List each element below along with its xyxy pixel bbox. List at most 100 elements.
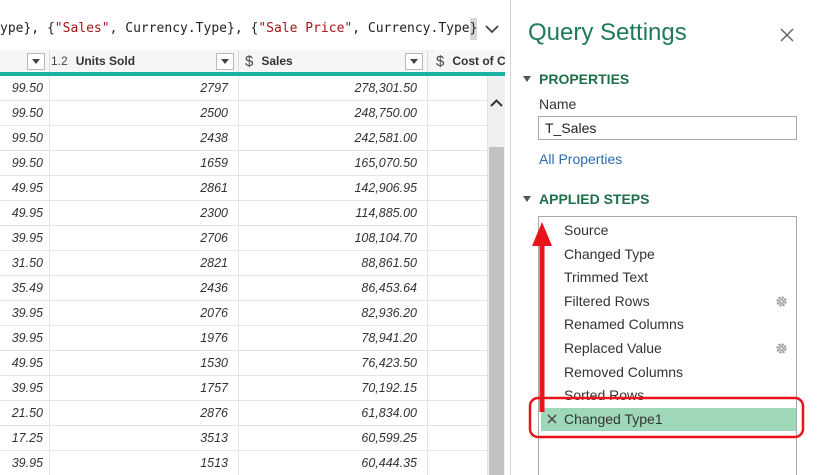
- table-cell[interactable]: 99.50: [0, 126, 50, 151]
- table-cell[interactable]: 35.49: [0, 276, 50, 301]
- decimal-type-icon[interactable]: 1.2: [51, 54, 68, 68]
- table-cell[interactable]: 2076: [50, 301, 239, 326]
- table-row[interactable]: 49.95 2300 114,885.00: [0, 201, 488, 226]
- table-cell[interactable]: 108,104.70: [239, 226, 428, 251]
- close-icon[interactable]: [778, 26, 796, 44]
- table-cell[interactable]: [428, 451, 488, 475]
- table-cell[interactable]: 2706: [50, 226, 239, 251]
- table-row[interactable]: 49.95 2861 142,906.95: [0, 176, 488, 201]
- table-cell[interactable]: 39.95: [0, 376, 50, 401]
- table-cell[interactable]: 142,906.95: [239, 176, 428, 201]
- table-cell[interactable]: 2436: [50, 276, 239, 301]
- scroll-up-button[interactable]: [488, 94, 505, 111]
- table-row[interactable]: 49.95 1530 76,423.50: [0, 351, 488, 376]
- table-cell[interactable]: [428, 351, 488, 376]
- table-cell[interactable]: [428, 301, 488, 326]
- table-cell[interactable]: 99.50: [0, 76, 50, 101]
- applied-steps-section-header[interactable]: APPLIED STEPS: [523, 191, 649, 207]
- table-cell[interactable]: 99.50: [0, 151, 50, 176]
- table-cell[interactable]: 248,750.00: [239, 101, 428, 126]
- table-cell[interactable]: 2861: [50, 176, 239, 201]
- table-cell[interactable]: 61,834.00: [239, 401, 428, 426]
- table-cell[interactable]: 278,301.50: [239, 76, 428, 101]
- table-cell[interactable]: 1757: [50, 376, 239, 401]
- query-name-input[interactable]: [538, 116, 797, 140]
- applied-step-item[interactable]: Removed Columns: [539, 361, 796, 384]
- table-cell[interactable]: 2300: [50, 201, 239, 226]
- table-cell[interactable]: [428, 251, 488, 276]
- column-header-cost-of[interactable]: $ Cost of C: [428, 50, 505, 72]
- table-cell[interactable]: 49.95: [0, 351, 50, 376]
- applied-step-item[interactable]: Renamed Columns: [539, 313, 796, 336]
- all-properties-link[interactable]: All Properties: [539, 151, 622, 167]
- table-cell[interactable]: 78,941.20: [239, 326, 428, 351]
- table-cell[interactable]: 2821: [50, 251, 239, 276]
- table-cell[interactable]: 2438: [50, 126, 239, 151]
- table-cell[interactable]: 39.95: [0, 301, 50, 326]
- table-cell[interactable]: 242,581.00: [239, 126, 428, 151]
- table-cell[interactable]: 114,885.00: [239, 201, 428, 226]
- table-cell[interactable]: 2797: [50, 76, 239, 101]
- table-cell[interactable]: 49.95: [0, 176, 50, 201]
- column-header-sales[interactable]: $ Sales: [239, 50, 428, 72]
- table-cell[interactable]: 3513: [50, 426, 239, 451]
- formula-text[interactable]: ype}, {"Sales", Currency.Type}, {"Sale P…: [0, 18, 478, 40]
- table-cell[interactable]: [428, 426, 488, 451]
- table-cell[interactable]: 21.50: [0, 401, 50, 426]
- table-row[interactable]: 39.95 2706 108,104.70: [0, 226, 488, 251]
- table-cell[interactable]: 39.95: [0, 326, 50, 351]
- table-row[interactable]: 31.50 2821 88,861.50: [0, 251, 488, 276]
- currency-type-icon[interactable]: $: [245, 53, 253, 70]
- vertical-scrollbar[interactable]: [488, 76, 505, 475]
- table-cell[interactable]: 60,444.35: [239, 451, 428, 475]
- table-row[interactable]: 21.50 2876 61,834.00: [0, 401, 488, 426]
- gear-icon[interactable]: [775, 342, 788, 355]
- table-cell[interactable]: 39.95: [0, 451, 50, 475]
- table-cell[interactable]: 1530: [50, 351, 239, 376]
- table-cell[interactable]: 2876: [50, 401, 239, 426]
- applied-step-item[interactable]: Sorted Rows: [539, 384, 796, 407]
- currency-type-icon[interactable]: $: [436, 53, 444, 70]
- formula-bar[interactable]: ype}, {"Sales", Currency.Type}, {"Sale P…: [0, 0, 510, 50]
- table-cell[interactable]: 2500: [50, 101, 239, 126]
- table-row[interactable]: 35.49 2436 86,453.64: [0, 276, 488, 301]
- table-cell[interactable]: [428, 376, 488, 401]
- table-cell[interactable]: [428, 276, 488, 301]
- properties-section-header[interactable]: PROPERTIES: [523, 71, 629, 87]
- table-cell[interactable]: 31.50: [0, 251, 50, 276]
- table-row[interactable]: 39.95 2076 82,936.20: [0, 301, 488, 326]
- table-cell[interactable]: 82,936.20: [239, 301, 428, 326]
- table-cell[interactable]: 49.95: [0, 201, 50, 226]
- table-row[interactable]: 99.50 2797 278,301.50: [0, 76, 488, 101]
- column-filter-button[interactable]: [27, 53, 45, 70]
- table-cell[interactable]: 60,599.25: [239, 426, 428, 451]
- table-cell[interactable]: [428, 151, 488, 176]
- applied-step-item[interactable]: Filtered Rows: [539, 290, 796, 313]
- table-cell[interactable]: [428, 326, 488, 351]
- table-row[interactable]: 39.95 1513 60,444.35: [0, 451, 488, 475]
- table-cell[interactable]: [428, 126, 488, 151]
- column-header-sale-price[interactable]: [0, 50, 50, 72]
- table-cell[interactable]: 99.50: [0, 101, 50, 126]
- table-row[interactable]: 99.50 1659 165,070.50: [0, 151, 488, 176]
- table-cell[interactable]: [428, 76, 488, 101]
- table-cell[interactable]: 39.95: [0, 226, 50, 251]
- table-row[interactable]: 99.50 2438 242,581.00: [0, 126, 488, 151]
- applied-step-item[interactable]: Replaced Value: [539, 337, 796, 360]
- table-row[interactable]: 39.95 1976 78,941.20: [0, 326, 488, 351]
- scrollbar-thumb[interactable]: [489, 147, 504, 475]
- table-cell[interactable]: 165,070.50: [239, 151, 428, 176]
- table-row[interactable]: 99.50 2500 248,750.00: [0, 101, 488, 126]
- column-filter-button[interactable]: [405, 53, 423, 70]
- applied-step-item[interactable]: Trimmed Text: [539, 266, 796, 289]
- table-cell[interactable]: [428, 201, 488, 226]
- table-cell[interactable]: 86,453.64: [239, 276, 428, 301]
- table-cell[interactable]: 17.25: [0, 426, 50, 451]
- table-cell[interactable]: [428, 226, 488, 251]
- table-cell[interactable]: 1976: [50, 326, 239, 351]
- applied-step-item[interactable]: Changed Type: [539, 243, 796, 266]
- table-row[interactable]: 39.95 1757 70,192.15: [0, 376, 488, 401]
- applied-step-item[interactable]: Changed Type1: [541, 408, 796, 431]
- gear-icon[interactable]: [775, 295, 788, 308]
- table-cell[interactable]: 88,861.50: [239, 251, 428, 276]
